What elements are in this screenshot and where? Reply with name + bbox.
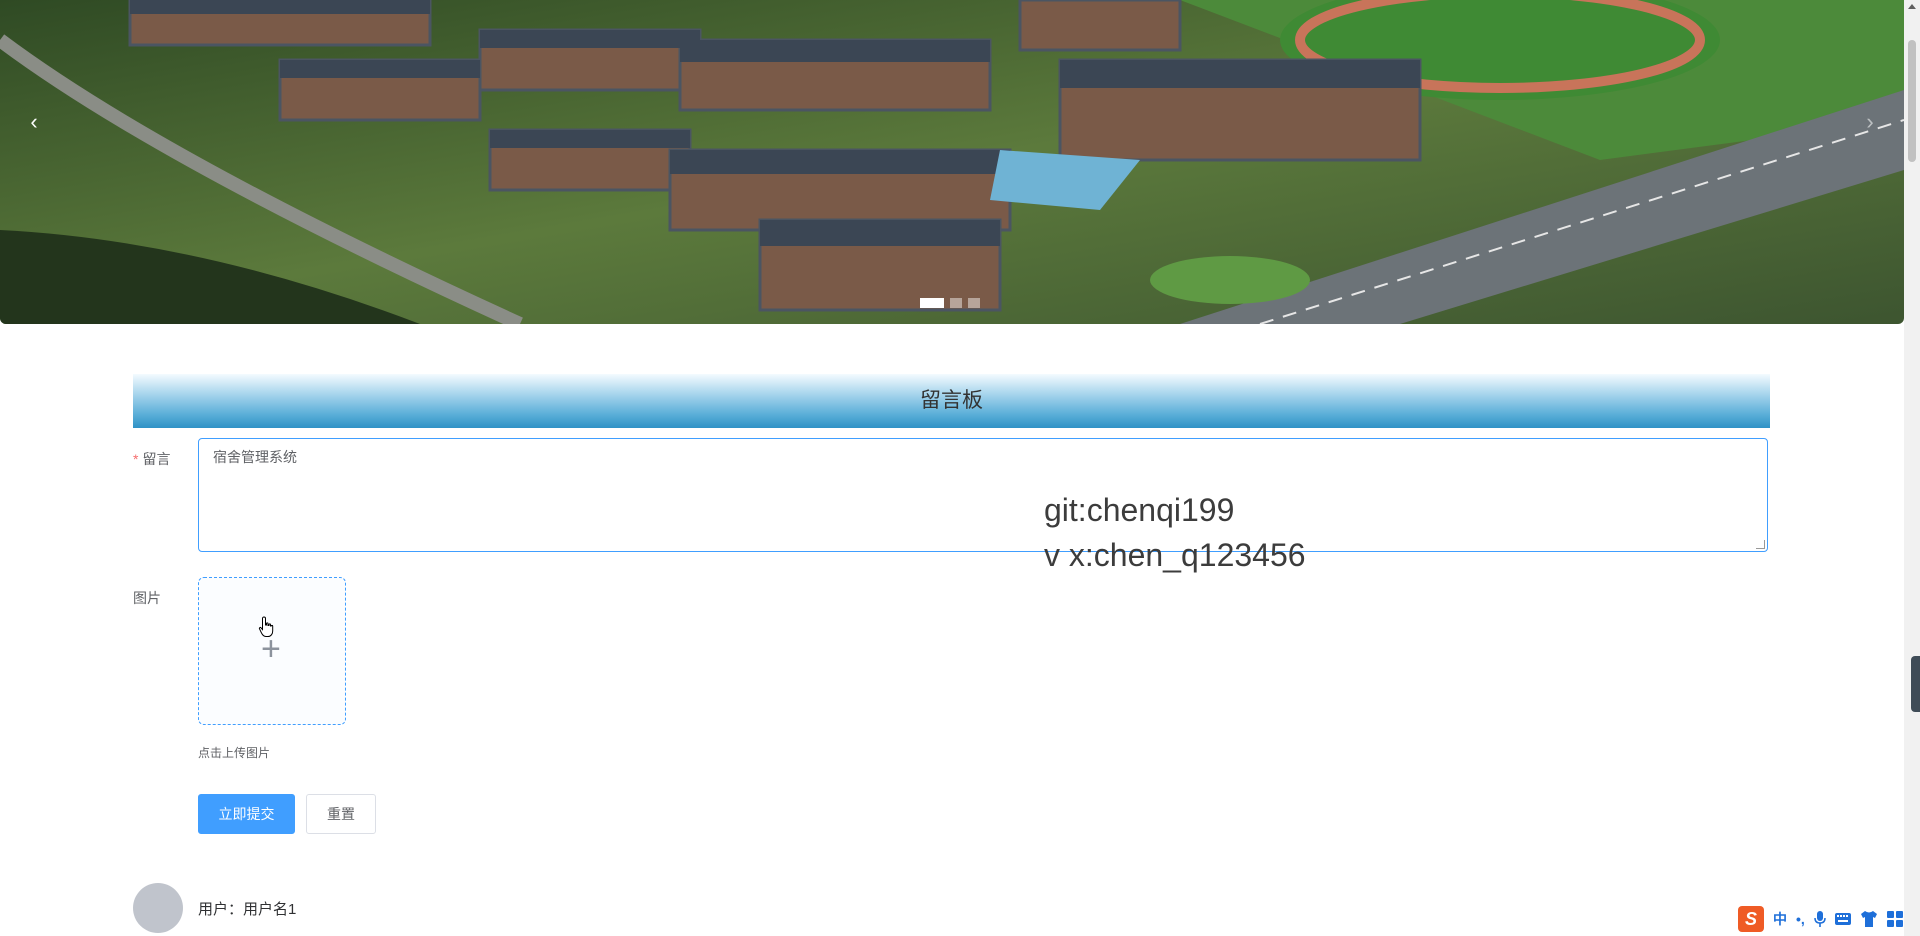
message-label: * 留言 [133,449,170,469]
watermark-line-2: v x:chen_q123456 [1044,537,1306,573]
carousel-next-button[interactable]: › [1856,108,1884,136]
scroll-up-icon[interactable] [1908,4,1916,9]
upload-tip: 点击上传图片 [198,746,271,760]
reset-button[interactable]: 重置 [306,794,376,834]
page-scrollbar[interactable] [1904,0,1920,936]
message-label-text: 留言 [142,451,171,467]
carousel-indicators [920,298,980,308]
carousel-prev-button[interactable]: ‹ [20,108,48,136]
image-label: 图片 [133,590,161,606]
textarea-resize-handle[interactable] [1756,540,1765,549]
watermark-text: git:chenqi199 v x:chen_q123456 [1044,488,1306,578]
image-upload-box[interactable]: + [198,577,346,725]
grid-icon[interactable] [1886,911,1903,927]
message-textarea-value: 宿舍管理系统 [213,449,297,465]
carousel-indicator-2[interactable] [950,298,962,308]
avatar [133,883,183,933]
hand-cursor-icon [258,616,274,637]
message-board-title: 留言板 [133,374,1770,428]
keyboard-icon[interactable] [1834,912,1851,926]
campus-aerial-image [0,0,1904,324]
comment-username: 用户：用户名1 [198,901,297,918]
carousel-indicator-1[interactable] [920,298,944,308]
submit-button[interactable]: 立即提交 [198,794,295,834]
watermark-line-1: git:chenqi199 [1044,492,1235,528]
hero-carousel: ‹ › [0,0,1904,324]
sogou-logo-icon[interactable]: S [1738,906,1764,932]
carousel-indicator-3[interactable] [968,298,980,308]
message-textarea[interactable]: 宿舍管理系统 [198,438,1768,552]
chevron-right-icon: › [1866,109,1874,134]
shirt-icon[interactable] [1860,911,1878,927]
required-mark: * [133,451,139,467]
mic-icon[interactable] [1814,911,1826,927]
ime-toolbar: S 中 •, [1738,904,1903,934]
side-panel-handle[interactable] [1911,656,1920,712]
scrollbar-thumb[interactable] [1908,40,1916,162]
ime-mode-toggle[interactable]: 中 [1773,909,1787,929]
chevron-left-icon: ‹ [30,109,38,134]
ime-punct-toggle[interactable]: •, [1796,911,1805,927]
